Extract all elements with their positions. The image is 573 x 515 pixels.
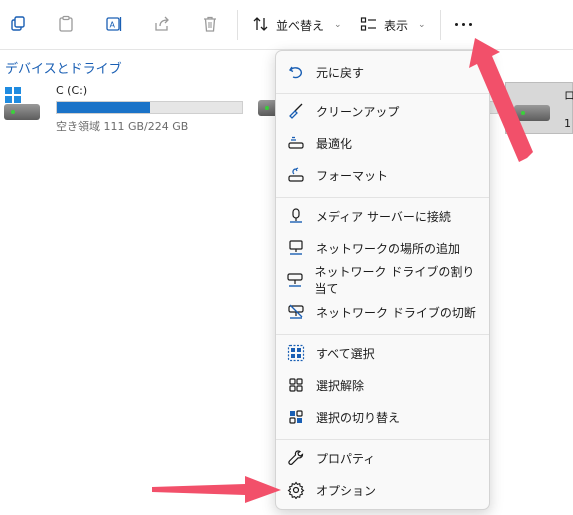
sort-icon (252, 16, 270, 35)
undo-icon (286, 62, 306, 82)
command-bar: A 並べ替え ⌄ 表示 ⌄ (0, 0, 573, 50)
invert-selection-icon (286, 407, 306, 427)
media-server-icon (286, 206, 306, 226)
chevron-down-icon: ⌄ (334, 20, 342, 30)
broom-icon (286, 101, 306, 121)
menu-item-label: メディア サーバーに接続 (316, 209, 451, 224)
menu-item-optimize[interactable]: 最適化 (280, 128, 485, 158)
chevron-down-icon: ⌄ (418, 20, 426, 30)
hard-drive-icon[interactable] (4, 104, 40, 120)
menu-item-format[interactable]: フォーマット (280, 160, 485, 190)
menu-divider (276, 439, 489, 440)
drive-3-name: ロ (564, 89, 573, 102)
drive-3-free-space: 1 (564, 117, 571, 130)
menu-item-map-network-drive[interactable]: ネットワーク ドライブの割り当て (280, 265, 485, 296)
disconnect-network-drive-icon (286, 302, 306, 322)
view-label: 表示 (384, 18, 409, 33)
menu-item-label: フォーマット (316, 168, 389, 183)
menu-item-label: 選択解除 (316, 378, 365, 393)
drive-c-usage-bar (56, 101, 243, 114)
menu-item-label: ネットワーク ドライブの切断 (316, 305, 476, 320)
menu-item-undo[interactable]: 元に戻す (280, 57, 485, 87)
share-icon[interactable] (152, 14, 172, 34)
menu-item-label: ネットワークの場所の追加 (316, 241, 461, 256)
windows-logo-icon (5, 87, 21, 103)
menu-item-label: クリーンアップ (316, 104, 400, 119)
select-all-icon (286, 343, 306, 363)
menu-item-label: 元に戻す (316, 65, 365, 80)
menu-item-cleanup[interactable]: クリーンアップ (280, 96, 485, 126)
drive-c-free-space: 空き領域 111 GB/224 GB (56, 120, 189, 133)
menu-item-select-all[interactable]: すべて選択 (280, 338, 485, 368)
gear-icon (286, 480, 306, 500)
menu-item-label: オプション (316, 483, 377, 498)
view-button[interactable]: 表示 ⌄ (360, 12, 426, 38)
menu-item-invert-selection[interactable]: 選択の切り替え (280, 402, 485, 432)
select-none-icon (286, 375, 306, 395)
view-icon (360, 16, 378, 35)
menu-divider (276, 93, 489, 94)
menu-divider (276, 197, 489, 198)
menu-item-add-network-location[interactable]: ネットワークの場所の追加 (280, 233, 485, 263)
toolbar-divider (237, 10, 238, 40)
drive-3-selected[interactable]: ロ 1 (505, 82, 573, 134)
menu-item-label: すべて選択 (316, 346, 375, 361)
menu-item-label: プロパティ (316, 451, 376, 466)
wrench-icon (286, 448, 306, 468)
menu-divider (276, 334, 489, 335)
menu-item-properties[interactable]: プロパティ (280, 443, 485, 473)
sort-label: 並べ替え (276, 18, 325, 33)
section-title: デバイスとドライブ (5, 62, 122, 77)
paste-icon[interactable] (56, 14, 76, 34)
drive-c-name[interactable]: C (C:) (56, 84, 87, 97)
copy-icon[interactable] (8, 14, 28, 34)
more-options-menu: 元に戻す クリーンアップ 最適化 フォーマット メディア サーバーに接続 ネット… (275, 50, 490, 510)
menu-item-options[interactable]: オプション (280, 475, 485, 505)
format-icon (286, 165, 306, 185)
rename-icon[interactable]: A (104, 14, 124, 34)
menu-item-label: ネットワーク ドライブの割り当て (314, 265, 475, 296)
hard-drive-icon (514, 105, 550, 121)
network-location-icon (286, 238, 306, 258)
more-options-button[interactable] (452, 20, 474, 28)
menu-item-disconnect-network-drive[interactable]: ネットワーク ドライブの切断 (280, 297, 485, 327)
menu-item-label: 選択の切り替え (316, 410, 401, 425)
drive-c-usage-fill (57, 102, 150, 113)
svg-text:A: A (110, 21, 116, 30)
arrow-to-options (152, 476, 281, 503)
menu-item-select-none[interactable]: 選択解除 (280, 370, 485, 400)
map-network-drive-icon (286, 270, 305, 290)
optimize-icon (286, 133, 306, 153)
delete-icon[interactable] (200, 14, 220, 34)
menu-item-media-server[interactable]: メディア サーバーに接続 (280, 201, 485, 231)
menu-item-label: 最適化 (316, 136, 353, 151)
toolbar-divider (440, 10, 441, 40)
sort-button[interactable]: 並べ替え ⌄ (252, 12, 342, 38)
